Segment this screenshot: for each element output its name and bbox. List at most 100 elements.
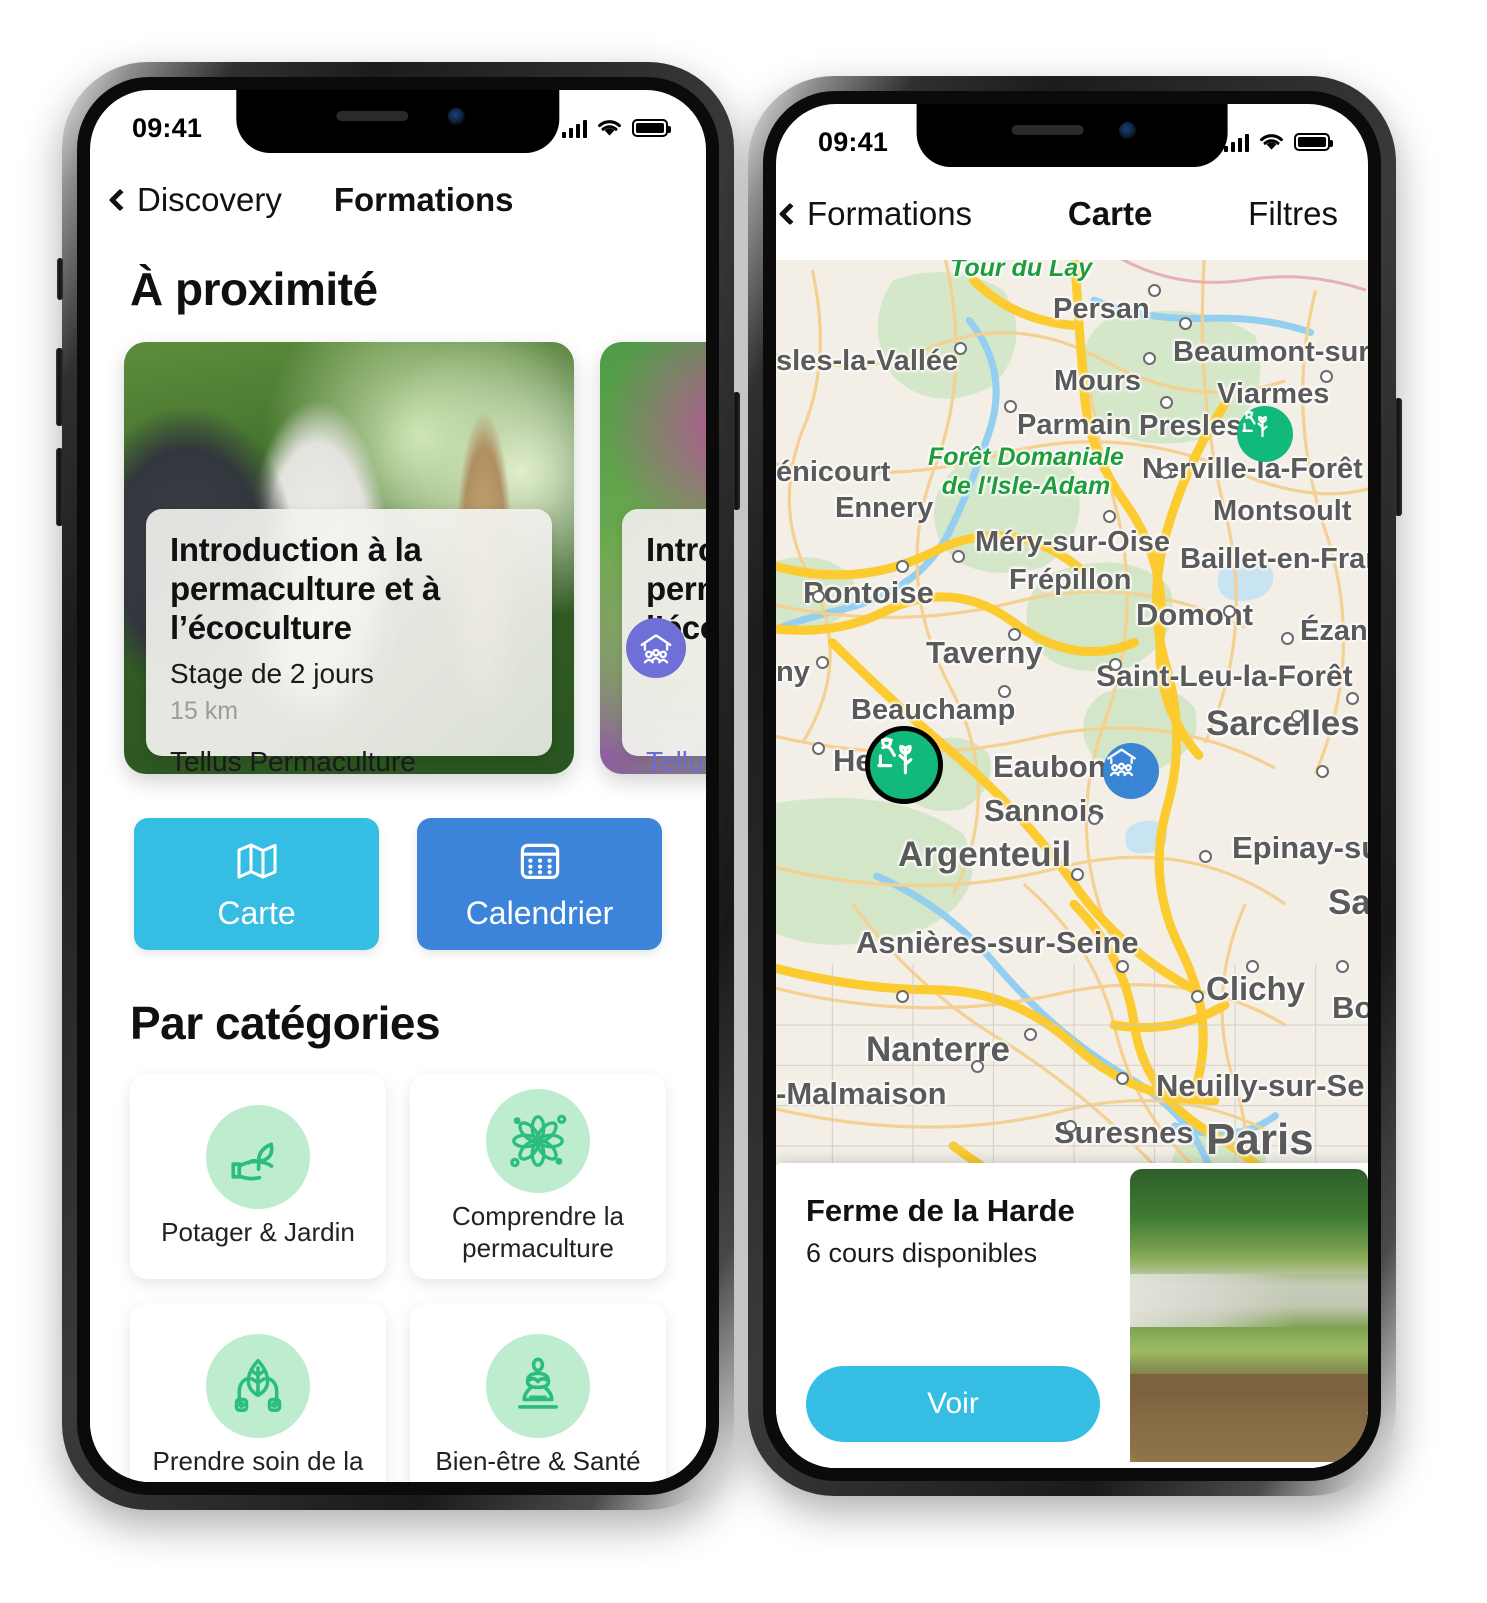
flower-mandala-icon bbox=[486, 1089, 590, 1194]
map-poi-dot bbox=[812, 742, 825, 755]
map-poi-dot bbox=[1223, 605, 1236, 618]
wifi-icon bbox=[1260, 134, 1283, 150]
volume-down-button[interactable] bbox=[56, 448, 63, 526]
map-poi-dot bbox=[1199, 850, 1212, 863]
map-poi-dot bbox=[896, 560, 909, 573]
battery-icon bbox=[632, 119, 671, 137]
map-poi-dot bbox=[1116, 960, 1129, 973]
nav-bar-right: Formations Carte Filtres bbox=[776, 168, 1368, 260]
nearby-section-title: À proximité bbox=[130, 263, 378, 315]
map-poi-dot bbox=[1004, 400, 1017, 413]
map-poi-dot bbox=[1246, 960, 1259, 973]
course-organizer: Tellus Permaculture bbox=[646, 745, 706, 774]
place-photo bbox=[1130, 1169, 1368, 1462]
map-poi-dot bbox=[1346, 692, 1359, 705]
calendrier-button[interactable]: Calendrier bbox=[417, 818, 662, 950]
place-course-count: 6 cours disponibles bbox=[806, 1238, 1038, 1268]
map-poi-dot bbox=[1191, 990, 1204, 1003]
map-poi-dot bbox=[812, 590, 825, 603]
leaf-in-hands-icon bbox=[206, 1333, 310, 1438]
course-card[interactable]: Introduction à la permaculture et à l’éc… bbox=[124, 342, 574, 774]
back-button-label: Formations bbox=[807, 195, 973, 232]
place-name: Ferme de la Harde bbox=[806, 1193, 1075, 1228]
map-pin-green[interactable] bbox=[1237, 406, 1293, 462]
carte-button[interactable]: Carte bbox=[134, 818, 379, 950]
map-pin-blue[interactable] bbox=[1103, 743, 1159, 799]
phone-right: 09:41 Formations Carte Filtres Tour du L… bbox=[748, 76, 1402, 1496]
silent-switch[interactable] bbox=[57, 258, 63, 300]
category-label: Comprendre la permaculture bbox=[452, 1201, 624, 1263]
carte-button-label: Carte bbox=[217, 894, 296, 931]
map-poi-dot bbox=[1008, 628, 1021, 641]
category-label: Prendre soin de la bbox=[152, 1445, 364, 1476]
map-view[interactable]: Tour du LayPersanBeaumont-sur-Osles-la-V… bbox=[776, 260, 1368, 1468]
course-organizer: Tellus Permaculture bbox=[170, 745, 416, 774]
phone-left-screen: 09:41 Discovery Formations À proximité I… bbox=[90, 90, 706, 1482]
map-poi-dot bbox=[1160, 396, 1173, 409]
status-clock: 09:41 bbox=[818, 126, 889, 157]
map-poi-dot bbox=[1143, 352, 1156, 365]
back-button[interactable]: Discovery bbox=[90, 181, 282, 219]
cellular-signal-icon bbox=[561, 119, 587, 138]
farmhouse-people-icon bbox=[626, 618, 686, 678]
map-poi-dot bbox=[1159, 466, 1172, 479]
course-subtitle: Stage de 2 jours bbox=[170, 657, 374, 689]
categories-section-title: Par catégories bbox=[130, 997, 441, 1049]
map-poi-dot bbox=[954, 342, 967, 355]
category-label: Potager & Jardin bbox=[161, 1216, 355, 1247]
map-poi-dot bbox=[1109, 658, 1122, 671]
map-poi-dot bbox=[1071, 868, 1084, 881]
page-title: Formations bbox=[333, 181, 514, 218]
status-bar-left: 09:41 bbox=[90, 90, 706, 154]
nav-bar-left: Discovery Formations bbox=[90, 154, 706, 246]
category-card-bien-etre-sante[interactable]: Bien-être & Santé bbox=[410, 1303, 666, 1482]
course-distance: 15 km bbox=[170, 696, 239, 725]
place-info-card: Ferme de la Harde 6 cours disponibles Vo… bbox=[776, 1163, 1368, 1468]
formations-content: À proximité Introduction à la permacultu… bbox=[90, 246, 706, 1482]
map-poi-dot bbox=[952, 550, 965, 563]
map-poi-dot bbox=[971, 1060, 984, 1073]
calendrier-button-label: Calendrier bbox=[465, 894, 614, 931]
place-info-text: Ferme de la Harde 6 cours disponibles Vo… bbox=[776, 1163, 1130, 1468]
voir-button[interactable]: Voir bbox=[806, 1366, 1100, 1442]
wifi-icon bbox=[598, 120, 621, 136]
category-card-comprendre-la-permaculture[interactable]: Comprendre la permaculture bbox=[410, 1074, 666, 1279]
map-poi-dot bbox=[1291, 710, 1304, 723]
map-poi-dot bbox=[1064, 1120, 1077, 1133]
back-button[interactable]: Formations bbox=[776, 195, 972, 233]
map-poi-dot bbox=[1116, 1072, 1129, 1085]
categories-grid: Potager & Jardin Comprendre la permacult… bbox=[90, 1050, 706, 1482]
action-buttons: Carte Calendrier bbox=[90, 774, 706, 950]
map-pin-green-selected[interactable] bbox=[865, 726, 943, 804]
map-poi-dot bbox=[1320, 370, 1333, 383]
back-button-label: Discovery bbox=[137, 181, 282, 218]
screenshot-root: 09:41 Discovery Formations À proximité I… bbox=[0, 0, 1487, 1603]
chevron-left-icon bbox=[108, 188, 132, 212]
chevron-left-icon bbox=[778, 202, 802, 226]
phone-right-screen: 09:41 Formations Carte Filtres Tour du L… bbox=[776, 104, 1368, 1468]
category-card-prendre-soin-de-la[interactable]: Prendre soin de la bbox=[130, 1303, 386, 1482]
category-label: Bien-être & Santé bbox=[435, 1445, 641, 1476]
map-poi-dot bbox=[896, 990, 909, 1003]
phone-left-bezel: 09:41 Discovery Formations À proximité I… bbox=[77, 77, 719, 1495]
status-indicators bbox=[1223, 132, 1333, 152]
category-card-potager-jardin[interactable]: Potager & Jardin bbox=[130, 1074, 386, 1279]
filtres-button[interactable]: Filtres bbox=[1248, 195, 1338, 233]
nearby-cards-carousel[interactable]: Introduction à la permaculture et à l’éc… bbox=[90, 316, 706, 774]
map-poi-dot bbox=[1316, 765, 1329, 778]
cellular-signal-icon bbox=[1223, 133, 1249, 152]
battery-icon bbox=[1294, 133, 1333, 151]
map-poi-dot bbox=[1179, 317, 1192, 330]
map-icon bbox=[237, 843, 276, 878]
page-title: Carte bbox=[1067, 195, 1153, 232]
course-card[interactable]: Introduction à la permaculture et à l’éc… bbox=[600, 342, 706, 774]
map-poi-dot bbox=[1148, 284, 1161, 297]
map-poi-dot bbox=[998, 685, 1011, 698]
map-poi-dot bbox=[1336, 960, 1349, 973]
voir-button-label: Voir bbox=[927, 1387, 979, 1420]
phone-left: 09:41 Discovery Formations À proximité I… bbox=[56, 62, 740, 1510]
power-button[interactable] bbox=[1395, 398, 1402, 516]
map-poi-dot bbox=[1088, 812, 1101, 825]
power-button[interactable] bbox=[733, 392, 740, 510]
volume-up-button[interactable] bbox=[56, 348, 63, 426]
